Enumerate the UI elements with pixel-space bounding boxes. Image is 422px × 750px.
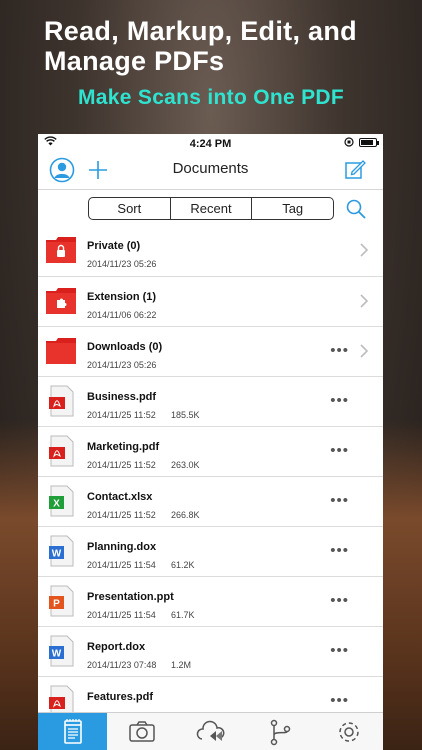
camera-icon (128, 720, 155, 742)
item-size: 266.8K (171, 510, 200, 520)
item-date: 2014/11/23 05:26 (87, 360, 157, 370)
item-name: Business.pdf (87, 391, 157, 403)
status-time: 4:24 PM (189, 138, 232, 150)
item-size: 185.5K (171, 410, 200, 420)
item-date: 2014/11/25 11:54 (87, 610, 156, 620)
orientation-lock-icon (344, 137, 354, 147)
segment-recent[interactable]: Recent (169, 198, 252, 219)
chevron-right-icon (360, 344, 369, 358)
more-options-button[interactable]: ••• (330, 493, 349, 508)
branch-icon (270, 719, 290, 745)
phone-screen: 4:24 PM Documents Sort Recent Tag Privat… (38, 134, 383, 750)
item-date: 2014/11/25 11:52 (87, 410, 156, 420)
item-date: 2014/11/23 05:26 (87, 259, 157, 269)
item-size: 61.7K (171, 610, 195, 620)
list-item[interactable]: X Contact.xlsx 2014/11/25 11:52 266.8K ••• (38, 476, 383, 526)
item-size: 263.0K (171, 460, 200, 470)
search-icon[interactable] (345, 198, 367, 220)
list-item[interactable]: P Presentation.ppt 2014/11/25 11:54 61.7K ••… (38, 576, 383, 626)
promo-headline: Read, Markup, Edit, and Manage PDFs (44, 16, 357, 76)
item-date: 2014/11/23 07:48 (87, 660, 157, 670)
more-options-button[interactable]: ••• (330, 643, 349, 658)
item-size: 1.2M (171, 660, 192, 670)
word-file-icon: W (49, 635, 74, 667)
promo-subline: Make Scans into One PDF (78, 86, 344, 109)
tab-branch[interactable] (245, 713, 314, 750)
item-name: Presentation.ppt (87, 591, 174, 603)
status-bar: 4:24 PM (38, 134, 383, 152)
item-name: Features.pdf (87, 691, 154, 703)
list-item[interactable]: Downloads (0) 2014/11/23 05:26 ••• (38, 326, 383, 376)
svg-text:W: W (52, 549, 62, 560)
list-item[interactable]: W Planning.dox 2014/11/25 11:54 61.2K ••• (38, 526, 383, 576)
file-list: Private (0) 2014/11/23 05:26 Extension (1)… (38, 226, 383, 726)
item-date: 2014/11/25 11:52 (87, 460, 156, 470)
list-item[interactable]: Private (0) 2014/11/23 05:26 (38, 226, 383, 276)
item-name: Marketing.pdf (87, 441, 160, 453)
sort-segmented-control: Sort Recent Tag (88, 197, 334, 220)
more-options-button[interactable]: ••• (330, 393, 349, 408)
item-name: Report.dox (87, 641, 146, 653)
item-name: Contact.xlsx (87, 491, 153, 503)
chevron-right-icon (360, 243, 369, 257)
tab-camera[interactable] (107, 713, 176, 750)
compose-icon[interactable] (341, 156, 369, 184)
powerpoint-file-icon: P (49, 585, 74, 617)
item-date: 2014/11/06 06:22 (87, 310, 157, 320)
item-date: 2014/11/25 11:52 (87, 510, 156, 520)
excel-file-icon: X (49, 485, 74, 517)
pdf-file-icon (49, 385, 74, 417)
svg-text:X: X (53, 499, 60, 510)
list-item[interactable]: W Report.dox 2014/11/23 07:48 1.2M ••• (38, 626, 383, 676)
tab-cloud-transfer[interactable] (176, 713, 245, 750)
list-item[interactable]: Marketing.pdf 2014/11/25 11:52 263.0K ••• (38, 426, 383, 476)
extension-folder-icon (46, 288, 76, 314)
item-size: 61.2K (171, 560, 195, 570)
more-options-button[interactable]: ••• (330, 543, 349, 558)
filter-bar: Sort Recent Tag (38, 190, 383, 226)
tab-documents[interactable] (38, 713, 107, 750)
more-options-button[interactable]: ••• (330, 343, 349, 358)
gear-icon (338, 721, 359, 742)
cloud-transfer-icon (196, 720, 224, 741)
tab-bar (38, 712, 383, 750)
page-title: Documents (172, 160, 249, 177)
battery-icon (359, 137, 379, 147)
segment-tag[interactable]: Tag (251, 198, 333, 219)
pdf-file-icon (49, 435, 74, 467)
list-item[interactable]: Extension (1) 2014/11/06 06:22 (38, 276, 383, 326)
documents-icon (63, 718, 82, 744)
item-name: Planning.dox (87, 541, 157, 553)
segment-sort[interactable]: Sort (89, 198, 170, 219)
word-file-icon: W (49, 535, 74, 567)
list-item[interactable]: Business.pdf 2014/11/25 11:52 185.5K ••• (38, 376, 383, 426)
item-name: Downloads (0) (87, 341, 163, 353)
tab-gear[interactable] (314, 713, 383, 750)
item-name: Private (0) (87, 240, 141, 252)
more-options-button[interactable]: ••• (330, 443, 349, 458)
svg-text:P: P (53, 599, 60, 610)
svg-text:W: W (52, 649, 62, 660)
lock-folder-icon (46, 237, 76, 263)
item-name: Extension (1) (87, 291, 157, 303)
item-date: 2014/11/25 11:54 (87, 560, 156, 570)
more-options-button[interactable]: ••• (330, 693, 349, 708)
more-options-button[interactable]: ••• (330, 593, 349, 608)
nav-bar: Documents (38, 152, 383, 190)
folder-icon (46, 338, 76, 364)
chevron-right-icon (360, 294, 369, 308)
